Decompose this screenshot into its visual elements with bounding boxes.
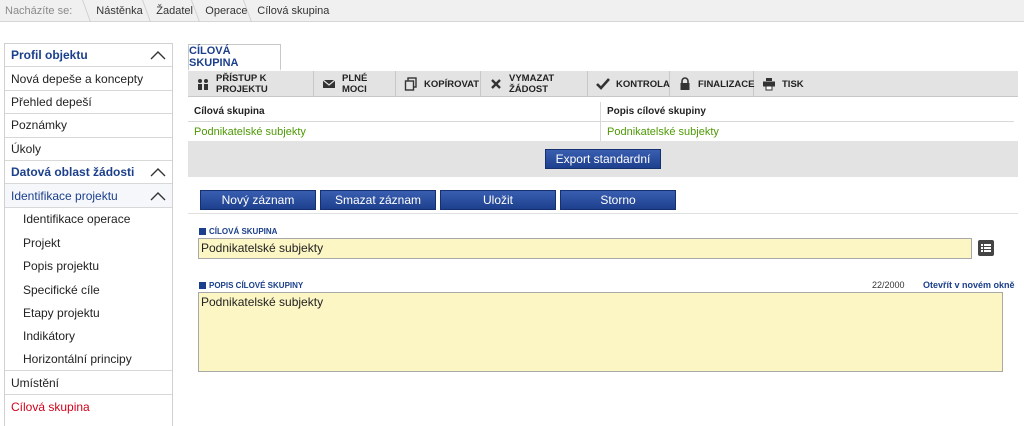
check-icon [596, 78, 610, 90]
grid-cell-description: Podnikatelské subjekty [607, 125, 719, 138]
sidebar-item-specific-goals[interactable]: Specifické cíle [5, 278, 172, 301]
target-group-input[interactable]: Podnikatelské subjekty [198, 238, 972, 259]
envelope-icon [322, 79, 336, 88]
sidebar: Profil objektu Nová depeše a koncepty Př… [4, 43, 173, 426]
delete-record-button[interactable]: Smazat záznam [320, 190, 436, 210]
export-bar: Export standardní [188, 141, 1018, 177]
project-access-button[interactable]: PŘÍSTUP K PROJEKTU [188, 71, 314, 97]
sidebar-item-label: Etapy projektu [23, 305, 100, 320]
breadcrumb-item-dashboard[interactable]: Nástěnka [82, 0, 142, 21]
action-bar: Nový záznam Smazat záznam Uložit Storno [188, 187, 1018, 214]
sidebar-item-label: Identifikace projektu [11, 188, 118, 203]
lock-icon [680, 77, 690, 90]
list-icon[interactable] [977, 239, 995, 257]
info-icon [199, 282, 206, 289]
table-row[interactable]: Podnikatelské subjekty Podnikatelské sub… [188, 122, 1014, 142]
toolbar-label: VYMAZAT ŽÁDOST [509, 73, 555, 95]
delete-application-button[interactable]: VYMAZAT ŽÁDOST [481, 71, 588, 97]
grid-cell-target-group: Podnikatelské subjekty [188, 122, 601, 141]
sidebar-item-label: Identifikace operace [23, 212, 131, 227]
toolbar-label: PLNÉ MOCI [342, 73, 368, 95]
sidebar-item-target-group[interactable]: Cílová skupina [5, 395, 172, 418]
breadcrumb-label: Nacházíte se: [5, 4, 73, 17]
sidebar-item-label: Profil objektu [11, 48, 88, 63]
sidebar-item-object-profile[interactable]: Profil objektu [5, 44, 172, 68]
grid-header-description[interactable]: Popis cílové skupiny [601, 102, 1014, 121]
sidebar-item-tasks[interactable]: Úkoly [5, 138, 172, 161]
copy-button[interactable]: KOPÍROVAT [396, 71, 481, 97]
sidebar-item-project-stages[interactable]: Etapy projektu [5, 301, 172, 324]
toolbar-label: FINALIZACE [698, 78, 755, 90]
description-label-text: POPIS CÍLOVÉ SKUPINY [209, 281, 304, 290]
grid-header-target-group[interactable]: Cílová skupina [188, 102, 601, 121]
export-standard-button[interactable]: Export standardní [545, 149, 661, 169]
copy-icon [404, 77, 417, 91]
data-grid: Cílová skupina Popis cílové skupiny Podn… [188, 102, 1014, 142]
sidebar-item-operation-identification[interactable]: Identifikace operace [5, 208, 172, 231]
chevron-up-icon[interactable] [150, 190, 166, 202]
new-record-button[interactable]: Nový záznam [200, 190, 316, 210]
sidebar-item-messages[interactable]: Přehled depeší [5, 91, 172, 115]
open-in-new-window-link[interactable]: Otevřít v novém okně [923, 280, 1015, 290]
description-textarea[interactable]: Podnikatelské subjekty [198, 292, 1003, 372]
chevron-up-icon[interactable] [150, 166, 166, 178]
breadcrumb-item-target-group[interactable]: Cílová skupina [243, 0, 341, 21]
toolbar-label: PŘÍSTUP K PROJEKTU [216, 73, 268, 95]
sidebar-item-label: Datová oblast žádosti [11, 165, 135, 180]
sidebar-item-location[interactable]: Umístění [5, 371, 172, 395]
finalize-button[interactable]: FINALIZACE [670, 71, 754, 97]
breadcrumb: Nacházíte se: Nástěnka Žadatel Operace C… [0, 0, 1024, 22]
cancel-button[interactable]: Storno [560, 190, 676, 210]
sidebar-item-label: Umístění [11, 375, 60, 390]
breadcrumb-item-applicant[interactable]: Žadatel [142, 0, 193, 21]
character-counter: 22/2000 [872, 280, 905, 290]
sidebar-item-label: Přehled depeší [11, 94, 92, 109]
sidebar-item-new-message[interactable]: Nová depeše a koncepty [5, 67, 172, 91]
sidebar-item-label: Popis projektu [23, 259, 100, 274]
sidebar-item-project[interactable]: Projekt [5, 231, 172, 254]
toolbar-label: KOPÍROVAT [424, 78, 480, 90]
description-label: POPIS CÍLOVÉ SKUPINY [199, 281, 303, 290]
x-icon [491, 79, 501, 89]
sidebar-item-horizontal-principles[interactable]: Horizontální principy [5, 348, 172, 372]
print-button[interactable]: TISK [754, 71, 814, 97]
chevron-up-icon[interactable] [150, 49, 166, 61]
sidebar-item-notes[interactable]: Poznámky [5, 114, 172, 138]
sidebar-item-indicators[interactable]: Indikátory [5, 325, 172, 348]
toolbar: PŘÍSTUP K PROJEKTU PLNÉ MOCI KOPÍROVAT V… [188, 71, 1018, 97]
toolbar-label: TISK [782, 78, 804, 90]
sidebar-item-data-area[interactable]: Datová oblast žádosti [5, 160, 172, 185]
sidebar-item-label: Nová depeše a koncepty [11, 71, 144, 86]
sidebar-item-label: Indikátory [23, 329, 76, 344]
sidebar-item-label: Cílová skupina [11, 399, 90, 414]
sidebar-item-project-identification[interactable]: Identifikace projektu [5, 184, 172, 208]
save-button[interactable]: Uložit [440, 190, 556, 210]
sidebar-item-project-description[interactable]: Popis projektu [5, 255, 172, 278]
printer-icon [763, 78, 775, 91]
sidebar-item-label: Projekt [23, 235, 61, 250]
check-button[interactable]: KONTROLA [588, 71, 670, 97]
main-panel: CÍLOVÁ SKUPINA PŘÍSTUP K PROJEKTU PLNÉ M… [188, 44, 1018, 426]
toolbar-label: KONTROLA [616, 78, 670, 90]
power-of-attorney-button[interactable]: PLNÉ MOCI [314, 71, 396, 97]
sidebar-item-label: Úkoly [11, 141, 42, 156]
grid-header: Cílová skupina Popis cílové skupiny [188, 102, 1014, 122]
tab-target-group[interactable]: CÍLOVÁ SKUPINA [188, 44, 281, 71]
sidebar-item-label: Poznámky [11, 118, 68, 133]
info-icon [199, 228, 206, 235]
target-group-label: CÍLOVÁ SKUPINA [199, 227, 277, 236]
people-icon [198, 79, 208, 90]
sidebar-item-label: Horizontální principy [23, 352, 132, 367]
breadcrumb-item-operation[interactable]: Operace [191, 0, 247, 21]
sidebar-item-label: Specifické cíle [23, 282, 100, 297]
target-group-label-text: CÍLOVÁ SKUPINA [209, 227, 278, 236]
